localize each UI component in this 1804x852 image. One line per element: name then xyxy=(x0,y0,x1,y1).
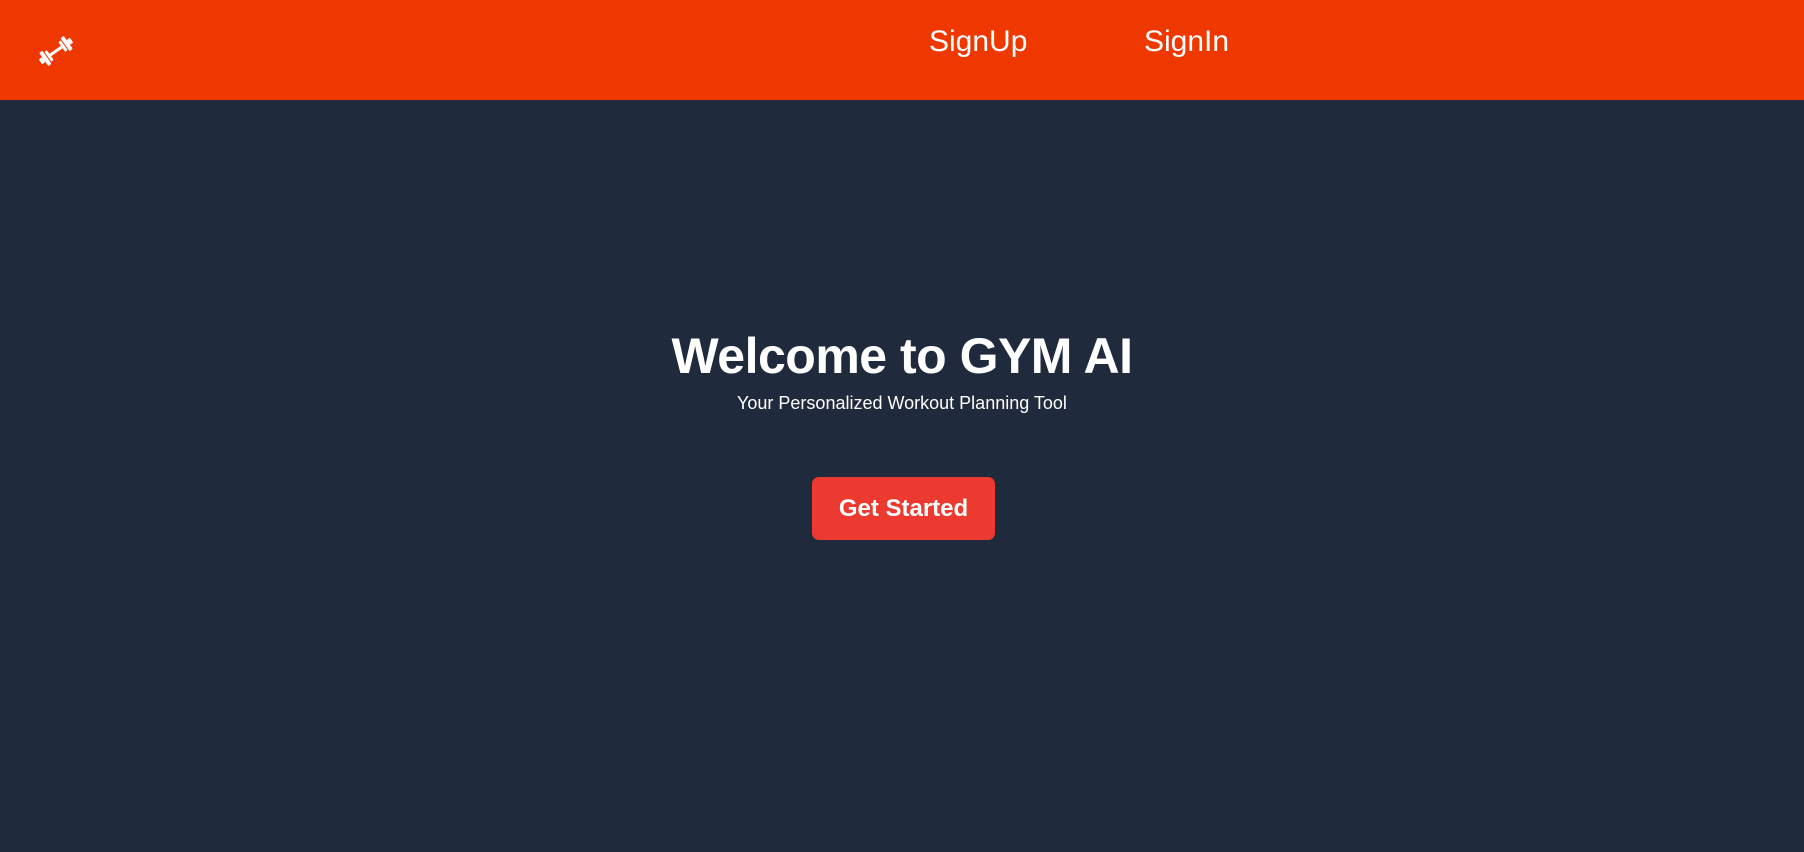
signup-link[interactable]: SignUp xyxy=(929,22,1027,62)
page-title: Welcome to GYM AI xyxy=(671,328,1133,384)
get-started-button[interactable]: Get Started xyxy=(812,477,995,540)
home-logo-link[interactable] xyxy=(32,31,80,71)
signin-link[interactable]: SignIn xyxy=(1144,22,1229,62)
dumbbell-icon xyxy=(39,36,73,66)
page-subtitle: Your Personalized Workout Planning Tool xyxy=(737,393,1067,413)
top-navbar: SignUp SignIn xyxy=(0,0,1804,100)
hero-section: Welcome to GYM AI Your Personalized Work… xyxy=(0,100,1804,852)
